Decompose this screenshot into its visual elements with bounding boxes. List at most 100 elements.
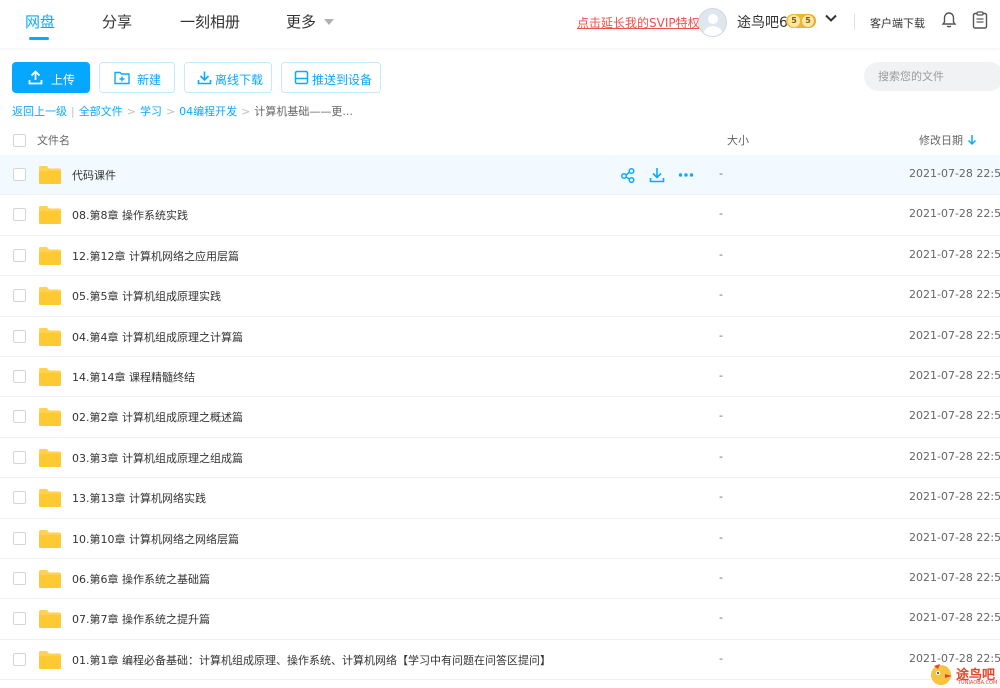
share-icon[interactable]	[620, 167, 636, 183]
download-icon	[197, 71, 212, 85]
breadcrumb-item-all-files[interactable]: 全部文件	[79, 105, 123, 118]
file-name[interactable]: 03.第3章 计算机组成原理之组成篇	[72, 450, 243, 466]
clipboard-icon[interactable]	[972, 11, 988, 29]
row-checkbox[interactable]	[13, 571, 26, 585]
folder-icon	[39, 287, 61, 306]
table-row[interactable]: 06.第6章 操作系统之基础篇 - 2021-07-28 22:52	[0, 559, 1000, 600]
file-size: -	[719, 490, 723, 504]
file-modified-date: 2021-07-28 22:52	[909, 570, 1000, 584]
new-folder-button[interactable]: 新建	[99, 62, 175, 93]
active-tab-indicator	[29, 37, 49, 40]
upload-icon	[28, 70, 43, 85]
select-all-checkbox[interactable]	[13, 134, 26, 147]
folder-icon	[39, 206, 61, 225]
tab-share[interactable]: 分享	[102, 11, 132, 32]
column-header-name[interactable]: 文件名	[37, 132, 70, 148]
watermark-subtext: TUNIAOBA.COM	[958, 680, 998, 686]
bell-icon[interactable]	[940, 11, 958, 29]
folder-icon	[39, 650, 61, 669]
tab-netdisk[interactable]: 网盘	[25, 11, 55, 32]
file-name[interactable]: 13.第13章 计算机网络实践	[72, 490, 206, 506]
table-row[interactable]: 12.第12章 计算机网络之应用层篇 - 2021-07-28 22:52	[0, 236, 1000, 277]
download-icon[interactable]	[649, 167, 665, 183]
folder-icon	[39, 569, 61, 588]
tab-moment-album[interactable]: 一刻相册	[180, 11, 240, 32]
column-header-modified[interactable]: 修改日期	[919, 132, 963, 148]
offline-download-button[interactable]: 离线下载	[184, 62, 272, 93]
file-name[interactable]: 02.第2章 计算机组成原理之概述篇	[72, 409, 243, 425]
row-checkbox[interactable]	[13, 491, 26, 505]
file-name[interactable]: 01.第1章 编程必备基础：计算机组成原理、操作系统、计算机网络【学习中有问题在…	[72, 652, 551, 668]
file-name[interactable]: 12.第12章 计算机网络之应用层篇	[72, 248, 239, 264]
file-name[interactable]: 08.第8章 操作系统实践	[72, 207, 188, 223]
table-row[interactable]: 08.第8章 操作系统实践 - 2021-07-28 22:52	[0, 195, 1000, 236]
file-size: -	[719, 288, 723, 302]
new-label: 新建	[137, 73, 162, 87]
upload-button[interactable]: 上传	[12, 62, 90, 93]
row-checkbox[interactable]	[13, 248, 26, 262]
file-modified-date: 2021-07-28 22:52	[909, 409, 1000, 423]
file-name[interactable]: 10.第10章 计算机网络之网络层篇	[72, 531, 239, 547]
table-row[interactable]: 03.第3章 计算机组成原理之组成篇 - 2021-07-28 22:52	[0, 438, 1000, 479]
client-download-link[interactable]: 客户端下载	[870, 15, 925, 31]
breadcrumb-item-study[interactable]: 学习	[140, 105, 162, 118]
row-checkbox[interactable]	[13, 208, 26, 222]
more-caret-icon[interactable]	[324, 19, 334, 25]
table-row[interactable]: 05.第5章 计算机组成原理实践 - 2021-07-28 22:52	[0, 276, 1000, 317]
file-modified-date: 2021-07-28 22:52	[909, 490, 1000, 504]
folder-icon	[39, 327, 61, 346]
table-row[interactable]: 代码课件 - 2021-07-28 22:52	[0, 155, 1000, 196]
more-options-icon[interactable]	[678, 167, 694, 183]
row-checkbox[interactable]	[13, 168, 26, 181]
row-checkbox[interactable]	[13, 531, 26, 545]
table-row[interactable]: 13.第13章 计算机网络实践 - 2021-07-28 22:52	[0, 478, 1000, 519]
row-checkbox[interactable]	[13, 329, 26, 343]
svip-badge-level: 5	[802, 15, 814, 27]
chevron-down-icon[interactable]	[825, 12, 837, 24]
svip-renew-link[interactable]: 点击延长我的SVIP特权	[577, 14, 700, 31]
file-size: -	[719, 409, 723, 423]
file-name[interactable]: 14.第14章 课程精髓终结	[72, 369, 195, 385]
file-name[interactable]: 04.第4章 计算机组成原理之计算篇	[72, 329, 243, 345]
file-name[interactable]: 代码课件	[72, 167, 116, 183]
folder-icon	[39, 489, 61, 508]
table-row[interactable]: 10.第10章 计算机网络之网络层篇 - 2021-07-28 22:52	[0, 519, 1000, 559]
file-modified-date: 2021-07-28 22:52	[909, 368, 1000, 382]
offline-download-label: 离线下载	[215, 73, 264, 87]
folder-icon	[39, 246, 61, 265]
sort-descending-icon[interactable]	[967, 134, 977, 146]
file-size: -	[719, 328, 723, 342]
search-input[interactable]	[864, 62, 1000, 91]
avatar[interactable]	[698, 8, 727, 37]
breadcrumb-separator: >	[165, 105, 176, 118]
table-header: 文件名 大小 修改日期	[0, 124, 1000, 156]
tab-more[interactable]: 更多	[286, 11, 316, 32]
breadcrumb-separator: >	[126, 105, 136, 118]
row-checkbox[interactable]	[13, 612, 26, 626]
username[interactable]: 途鸟吧6	[737, 12, 788, 32]
breadcrumb-back[interactable]: 返回上一级	[12, 105, 67, 118]
file-size: -	[719, 247, 723, 261]
folder-icon	[39, 529, 61, 548]
file-name[interactable]: 05.第5章 计算机组成原理实践	[72, 288, 221, 304]
column-header-size[interactable]: 大小	[727, 132, 749, 148]
file-name[interactable]: 07.第7章 操作系统之提升篇	[72, 611, 210, 627]
row-checkbox[interactable]	[13, 652, 26, 666]
row-checkbox[interactable]	[13, 450, 26, 464]
row-checkbox[interactable]	[13, 369, 26, 383]
row-checkbox[interactable]	[13, 289, 26, 303]
push-to-device-label: 推送到设备	[312, 73, 373, 87]
table-row[interactable]: 14.第14章 课程精髓终结 - 2021-07-28 22:52	[0, 357, 1000, 398]
table-row[interactable]: 07.第7章 操作系统之提升篇 - 2021-07-28 22:52	[0, 599, 1000, 640]
table-row[interactable]: 02.第2章 计算机组成原理之概述篇 - 2021-07-28 22:52	[0, 397, 1000, 438]
folder-icon	[39, 367, 61, 386]
table-row[interactable]: 01.第1章 编程必备基础：计算机组成原理、操作系统、计算机网络【学习中有问题在…	[0, 640, 1000, 681]
breadcrumb-separator: |	[71, 105, 75, 118]
file-modified-date: 2021-07-28 22:52	[909, 167, 1000, 180]
file-name[interactable]: 06.第6章 操作系统之基础篇	[72, 571, 210, 587]
row-checkbox[interactable]	[13, 410, 26, 424]
table-row[interactable]: 04.第4章 计算机组成原理之计算篇 - 2021-07-28 22:52	[0, 317, 1000, 357]
breadcrumb-item-programming[interactable]: 04编程开发	[179, 105, 237, 118]
push-to-device-button[interactable]: 推送到设备	[281, 62, 381, 93]
nav-divider	[854, 14, 855, 30]
